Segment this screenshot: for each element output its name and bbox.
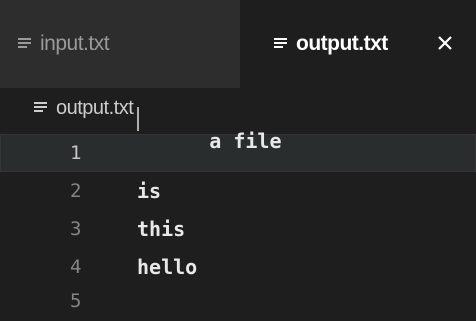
file-lines-icon [274,37,288,51]
line-number: 4 [70,256,82,278]
line-text: is [137,179,162,203]
editor-line[interactable]: 1 a file [0,107,476,172]
line-number: 3 [70,218,82,240]
file-lines-icon [34,101,48,115]
file-lines-icon [18,37,32,51]
text-cursor [137,107,139,131]
tab-label: input.txt [40,32,110,55]
tab-output-txt[interactable]: output.txt [240,0,476,88]
line-text: this [137,217,186,241]
tab-input-txt[interactable]: input.txt [0,0,240,88]
close-tab-button[interactable] [432,30,458,56]
editor-line[interactable]: 4 hello [0,248,476,286]
editor-line[interactable]: 5 [0,284,476,318]
editor-line[interactable]: 2 is [0,172,476,210]
text-editor[interactable]: 1 a file 2 is 3 this 4 hello 5 [0,107,476,321]
line-text: hello [137,255,198,279]
line-number: 2 [70,180,82,202]
editor-line[interactable]: 3 this [0,210,476,248]
tab-bar: input.txt output.txt [0,0,476,88]
line-content: a file [209,129,282,153]
tab-label: output.txt [296,32,388,55]
line-number: 5 [70,290,82,312]
close-icon [438,36,452,50]
line-number: 1 [70,142,82,164]
